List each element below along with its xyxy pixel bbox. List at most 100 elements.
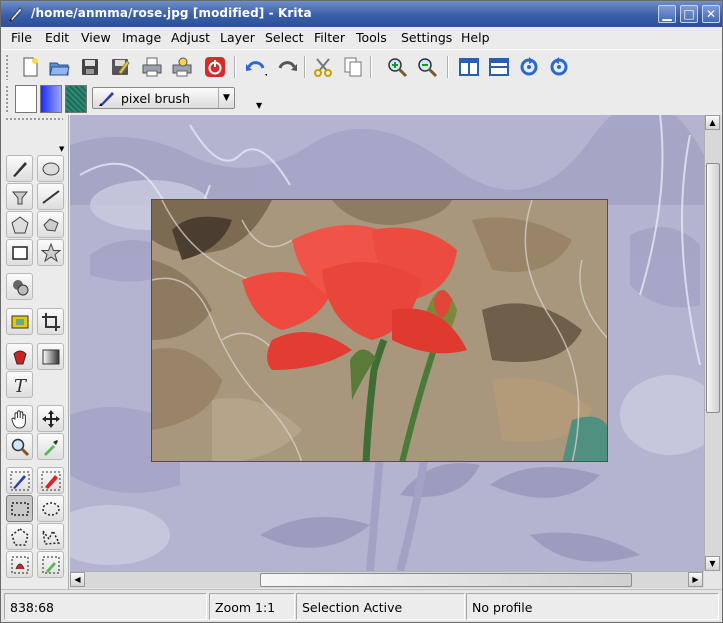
tool-polyline[interactable] (37, 211, 64, 238)
menu-select[interactable]: Select (265, 30, 304, 45)
rotate-ccw-icon (550, 57, 568, 76)
selection-marquee[interactable] (151, 199, 608, 462)
print-button[interactable] (139, 54, 165, 80)
tool-outline-select[interactable] (37, 523, 64, 550)
undo-button[interactable] (243, 54, 269, 80)
tool-rect-select[interactable] (6, 495, 33, 522)
move-icon (41, 409, 60, 428)
quit-icon (205, 57, 225, 77)
tool-zoom[interactable] (6, 433, 33, 460)
tool-eyedropper[interactable] (37, 433, 64, 460)
tool-color-picker-bucket[interactable] (6, 343, 33, 370)
cut-button[interactable] (310, 54, 336, 80)
brush-selector[interactable]: pixel brush ▼ (92, 87, 235, 109)
layout-horizontal-button[interactable] (486, 54, 512, 80)
menu-file[interactable]: File (11, 30, 32, 45)
quit-button[interactable] (202, 54, 228, 80)
tool-polygon[interactable] (6, 211, 33, 238)
new-button[interactable] (17, 54, 43, 80)
tool-star[interactable] (37, 239, 64, 266)
foreground-color-swatch[interactable] (15, 85, 37, 113)
open-button[interactable] (46, 54, 72, 80)
horizontal-scroll-thumb[interactable] (260, 573, 632, 587)
toolbar-grip[interactable] (5, 85, 9, 113)
menu-edit[interactable]: Edit (45, 30, 69, 45)
menu-settings[interactable]: Settings (401, 30, 452, 45)
tool-crop[interactable] (37, 308, 64, 335)
maximize-button[interactable]: □ (680, 5, 698, 23)
zoom-out-button[interactable] (414, 54, 440, 80)
tool-select-brush[interactable] (6, 551, 33, 578)
polygon-select-icon (10, 527, 29, 546)
layout-vertical-icon (459, 58, 479, 76)
layout-vertical-button[interactable] (456, 54, 482, 80)
tool-color-select[interactable] (37, 467, 64, 494)
rotate-ccw-button[interactable] (546, 54, 572, 80)
toolbar-grip[interactable] (5, 54, 9, 80)
menu-adjust[interactable]: Adjust (171, 30, 210, 45)
scroll-up-button[interactable]: ▲ (705, 115, 720, 130)
krita-app-icon[interactable] (7, 5, 25, 23)
toolbox-grip[interactable] (5, 117, 63, 121)
menu-image[interactable]: Image (122, 30, 161, 45)
paint-bucket-icon (12, 350, 27, 364)
status-profile: No profile (466, 593, 719, 620)
scroll-right-button[interactable]: ▶ (688, 572, 703, 587)
tool-pan[interactable] (6, 405, 33, 432)
scroll-left-button[interactable]: ◀ (70, 572, 85, 587)
tool-contiguous-select[interactable] (6, 467, 33, 494)
close-button[interactable]: ✕ (702, 5, 720, 23)
tool-line[interactable] (37, 183, 64, 210)
fill-icon (11, 191, 28, 204)
pattern-swatch[interactable] (65, 85, 87, 113)
tool-ellipse[interactable] (37, 155, 64, 182)
tool-rectangle[interactable] (6, 239, 33, 266)
menu-filter[interactable]: Filter (314, 30, 345, 45)
save-as-button[interactable] (107, 54, 133, 80)
menu-tools[interactable]: Tools (356, 30, 387, 45)
window-title: /home/anmma/rose.jpg [modified] - Krita (31, 6, 312, 20)
menu-bar: File Edit View Image Adjust Layer Select… (1, 27, 722, 49)
undo-icon (246, 61, 267, 76)
title-bar: /home/anmma/rose.jpg [modified] - Krita … (1, 1, 722, 27)
scroll-down-button[interactable]: ▼ (705, 556, 720, 571)
status-selection: Selection Active (296, 593, 465, 620)
menu-layer[interactable]: Layer (220, 30, 255, 45)
gradient-swatch[interactable] (40, 85, 62, 113)
horizontal-scrollbar[interactable]: ◀ ▶ (70, 571, 704, 588)
rectangle-icon (11, 245, 28, 260)
print-preview-icon (172, 57, 192, 77)
tool-select-eraser[interactable] (37, 551, 64, 578)
tool-polygon-select[interactable] (6, 523, 33, 550)
tool-duplicate[interactable] (6, 273, 33, 300)
menu-view[interactable]: View (81, 30, 111, 45)
toolbar-overflow-icon[interactable]: ▼ (256, 101, 262, 110)
tool-freehand-brush[interactable] (6, 155, 33, 182)
duplicate-icon (12, 279, 28, 295)
copy-button[interactable] (340, 54, 366, 80)
tool-ellipse-select[interactable] (37, 495, 64, 522)
vertical-scroll-thumb[interactable] (706, 163, 720, 413)
rotate-cw-button[interactable] (516, 54, 542, 80)
tool-crop-to-layer[interactable] (6, 308, 33, 335)
tool-fill[interactable] (6, 183, 33, 210)
image-canvas[interactable] (70, 115, 704, 571)
save-button[interactable] (77, 54, 103, 80)
crop-layer-icon (11, 315, 28, 328)
menu-help[interactable]: Help (461, 30, 490, 45)
toolbox-overflow-icon[interactable]: ▼ (59, 145, 64, 153)
tool-text[interactable]: T (6, 371, 33, 398)
tool-gradient[interactable] (37, 343, 64, 370)
close-icon: ✕ (705, 7, 717, 21)
rect-select-icon (10, 501, 29, 516)
print-icon (142, 57, 162, 77)
status-bar: 838:68 Zoom 1:1 Selection Active No prof… (1, 589, 722, 622)
chevron-down-icon[interactable]: ▼ (218, 88, 234, 108)
zoom-in-button[interactable] (384, 54, 410, 80)
redo-button[interactable] (274, 54, 300, 80)
print-preview-button[interactable] (169, 54, 195, 80)
vertical-scrollbar[interactable]: ▲ ▼ (704, 115, 721, 571)
minimize-button[interactable]: ▁ (658, 5, 676, 23)
tool-move[interactable] (37, 405, 64, 432)
hand-icon (10, 409, 26, 429)
